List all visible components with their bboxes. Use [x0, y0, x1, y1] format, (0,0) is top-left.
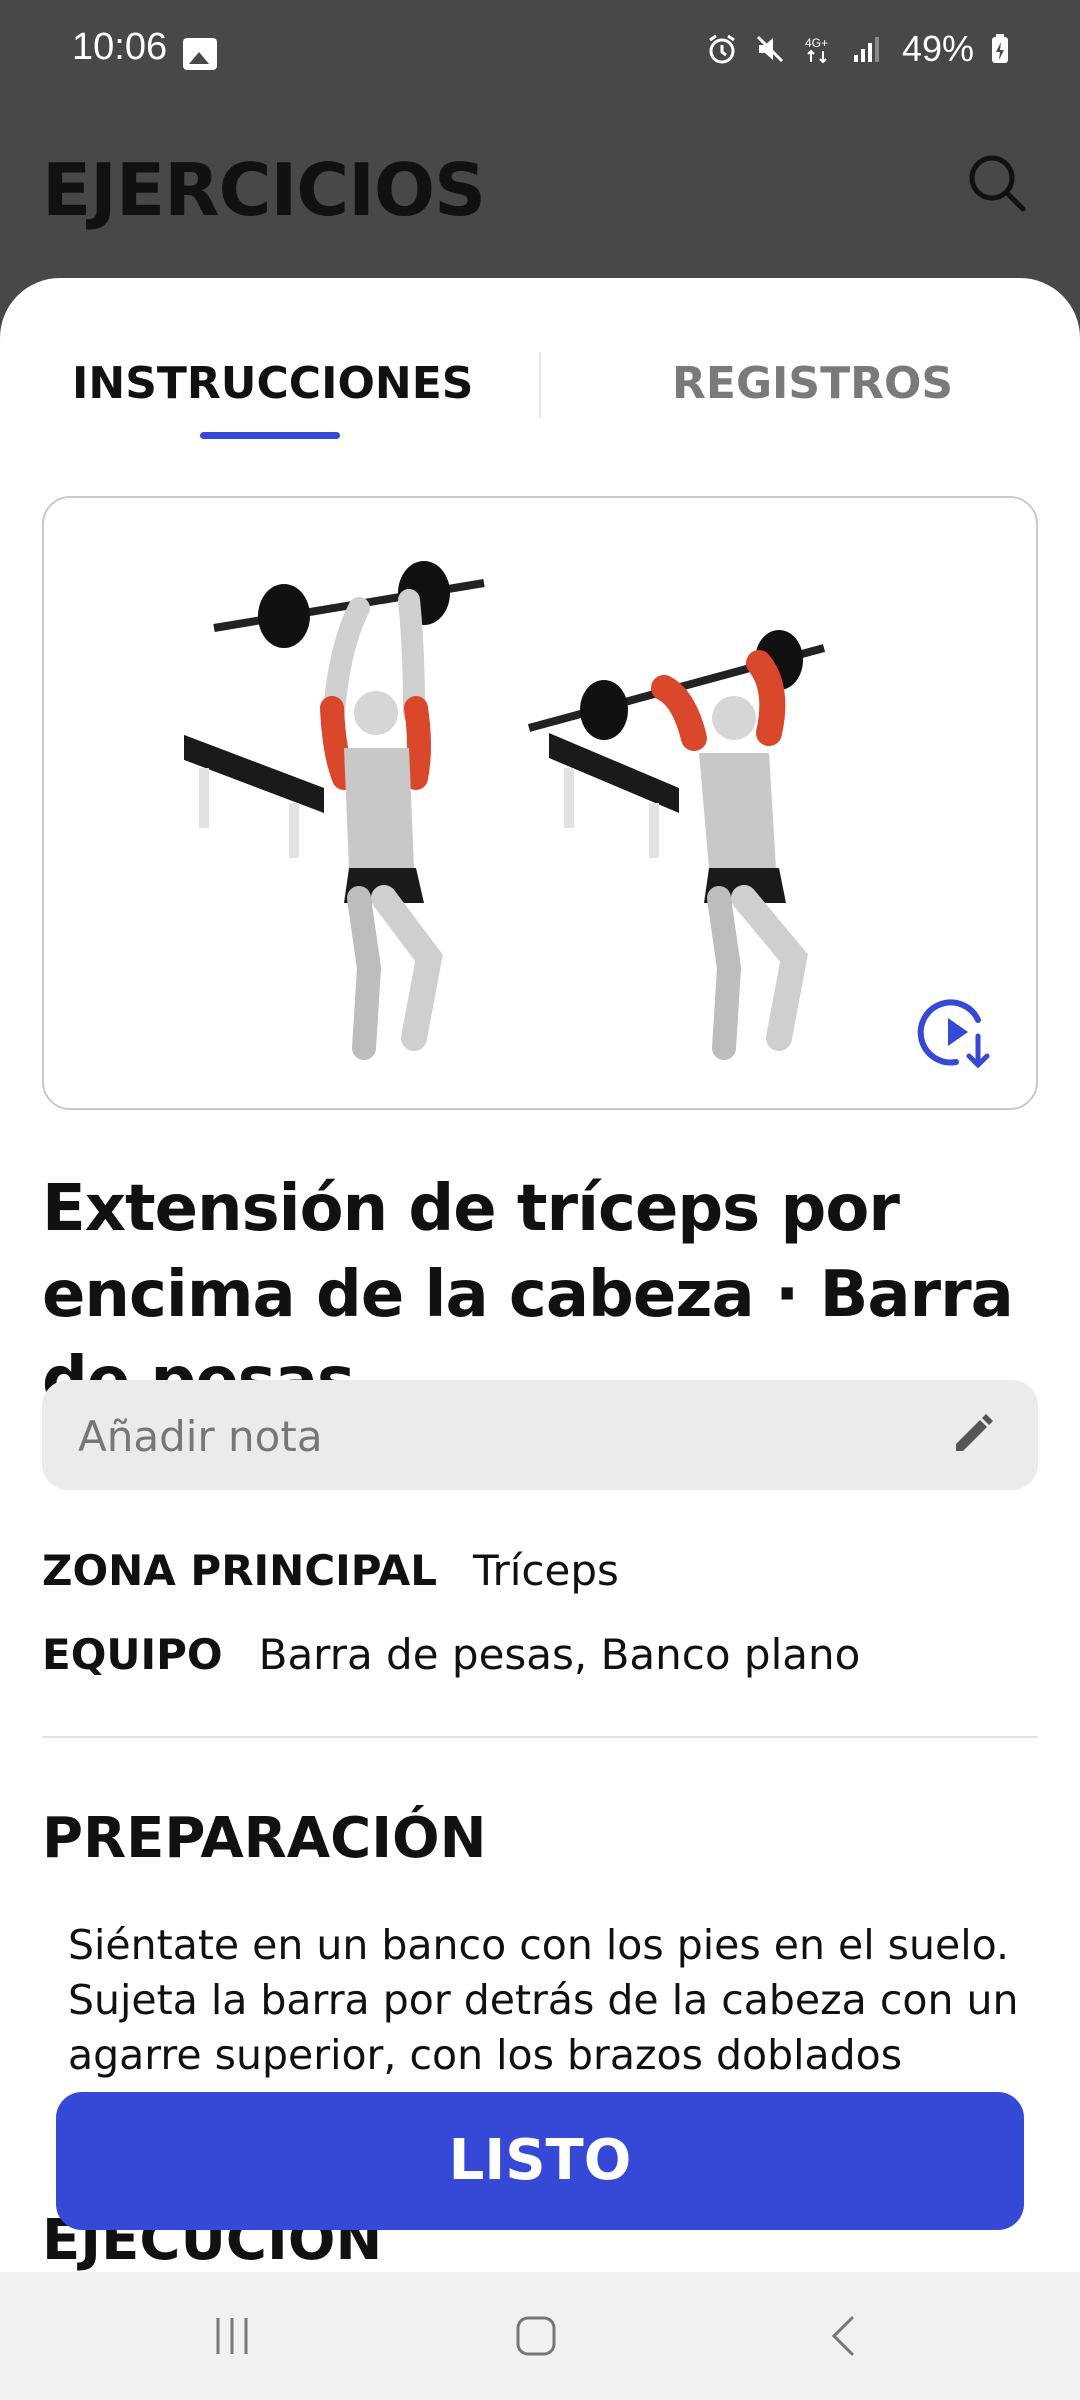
4g-icon: 4G+: [805, 36, 828, 64]
search-icon[interactable]: [966, 152, 1028, 214]
add-note-field[interactable]: Añadir nota: [42, 1380, 1038, 1490]
battery-percentage: 49%: [901, 28, 974, 69]
signal-icon: [853, 37, 879, 62]
image-icon: [183, 38, 217, 70]
recent-apps-icon[interactable]: [210, 2314, 254, 2358]
svg-text:4G+: 4G+: [805, 36, 828, 50]
app-header: EJERCICIOS: [0, 110, 1080, 280]
mute-icon: [756, 35, 783, 63]
exercise-illustration: [184, 561, 826, 1060]
primary-zone-label: ZONA PRINCIPAL: [42, 1546, 437, 1595]
done-button[interactable]: LISTO: [56, 2092, 1024, 2230]
tab-bar: INSTRUCCIONES REGISTROS: [0, 278, 1080, 439]
note-placeholder: Añadir nota: [78, 1412, 323, 1461]
equipment-value: Barra de pesas, Banco plano: [258, 1630, 861, 1679]
divider: [42, 1736, 1038, 1738]
system-nav-bar: [0, 2272, 1080, 2400]
figure-end-position: [527, 630, 826, 1060]
preparation-title: PREPARACIÓN: [42, 1806, 487, 1871]
preparation-text: Siéntate en un banco con los pies en el …: [68, 1921, 1019, 2079]
equipment-label: EQUIPO: [42, 1630, 223, 1679]
primary-zone-value: Tríceps: [472, 1546, 619, 1595]
tab-instructions[interactable]: INSTRUCCIONES: [72, 358, 473, 409]
home-icon[interactable]: [514, 2314, 558, 2358]
status-time: 10:06: [72, 26, 168, 68]
pencil-icon[interactable]: [950, 1410, 996, 1456]
alarm-icon: [709, 34, 735, 64]
figure-start-position: [184, 561, 485, 1060]
tab-divider: [539, 352, 541, 418]
video-download-icon[interactable]: [916, 992, 996, 1072]
status-icons: 4G+ 49%: [706, 28, 1010, 70]
status-bar: 10:06 4G+ 49%: [0, 0, 1080, 110]
equipment-row: EQUIPO Barra de pesas, Banco plano: [42, 1630, 860, 1679]
exercise-detail-sheet: INSTRUCCIONES REGISTROS Extensión de trí…: [0, 278, 1080, 2278]
tab-records[interactable]: REGISTROS: [672, 358, 953, 409]
exercise-media-card[interactable]: [42, 496, 1038, 1110]
battery-charging-icon: [992, 34, 1008, 63]
back-icon[interactable]: [822, 2314, 866, 2358]
page-title: EJERCICIOS: [42, 148, 486, 232]
primary-zone-row: ZONA PRINCIPAL Tríceps: [42, 1546, 619, 1595]
active-tab-indicator: [200, 432, 340, 439]
